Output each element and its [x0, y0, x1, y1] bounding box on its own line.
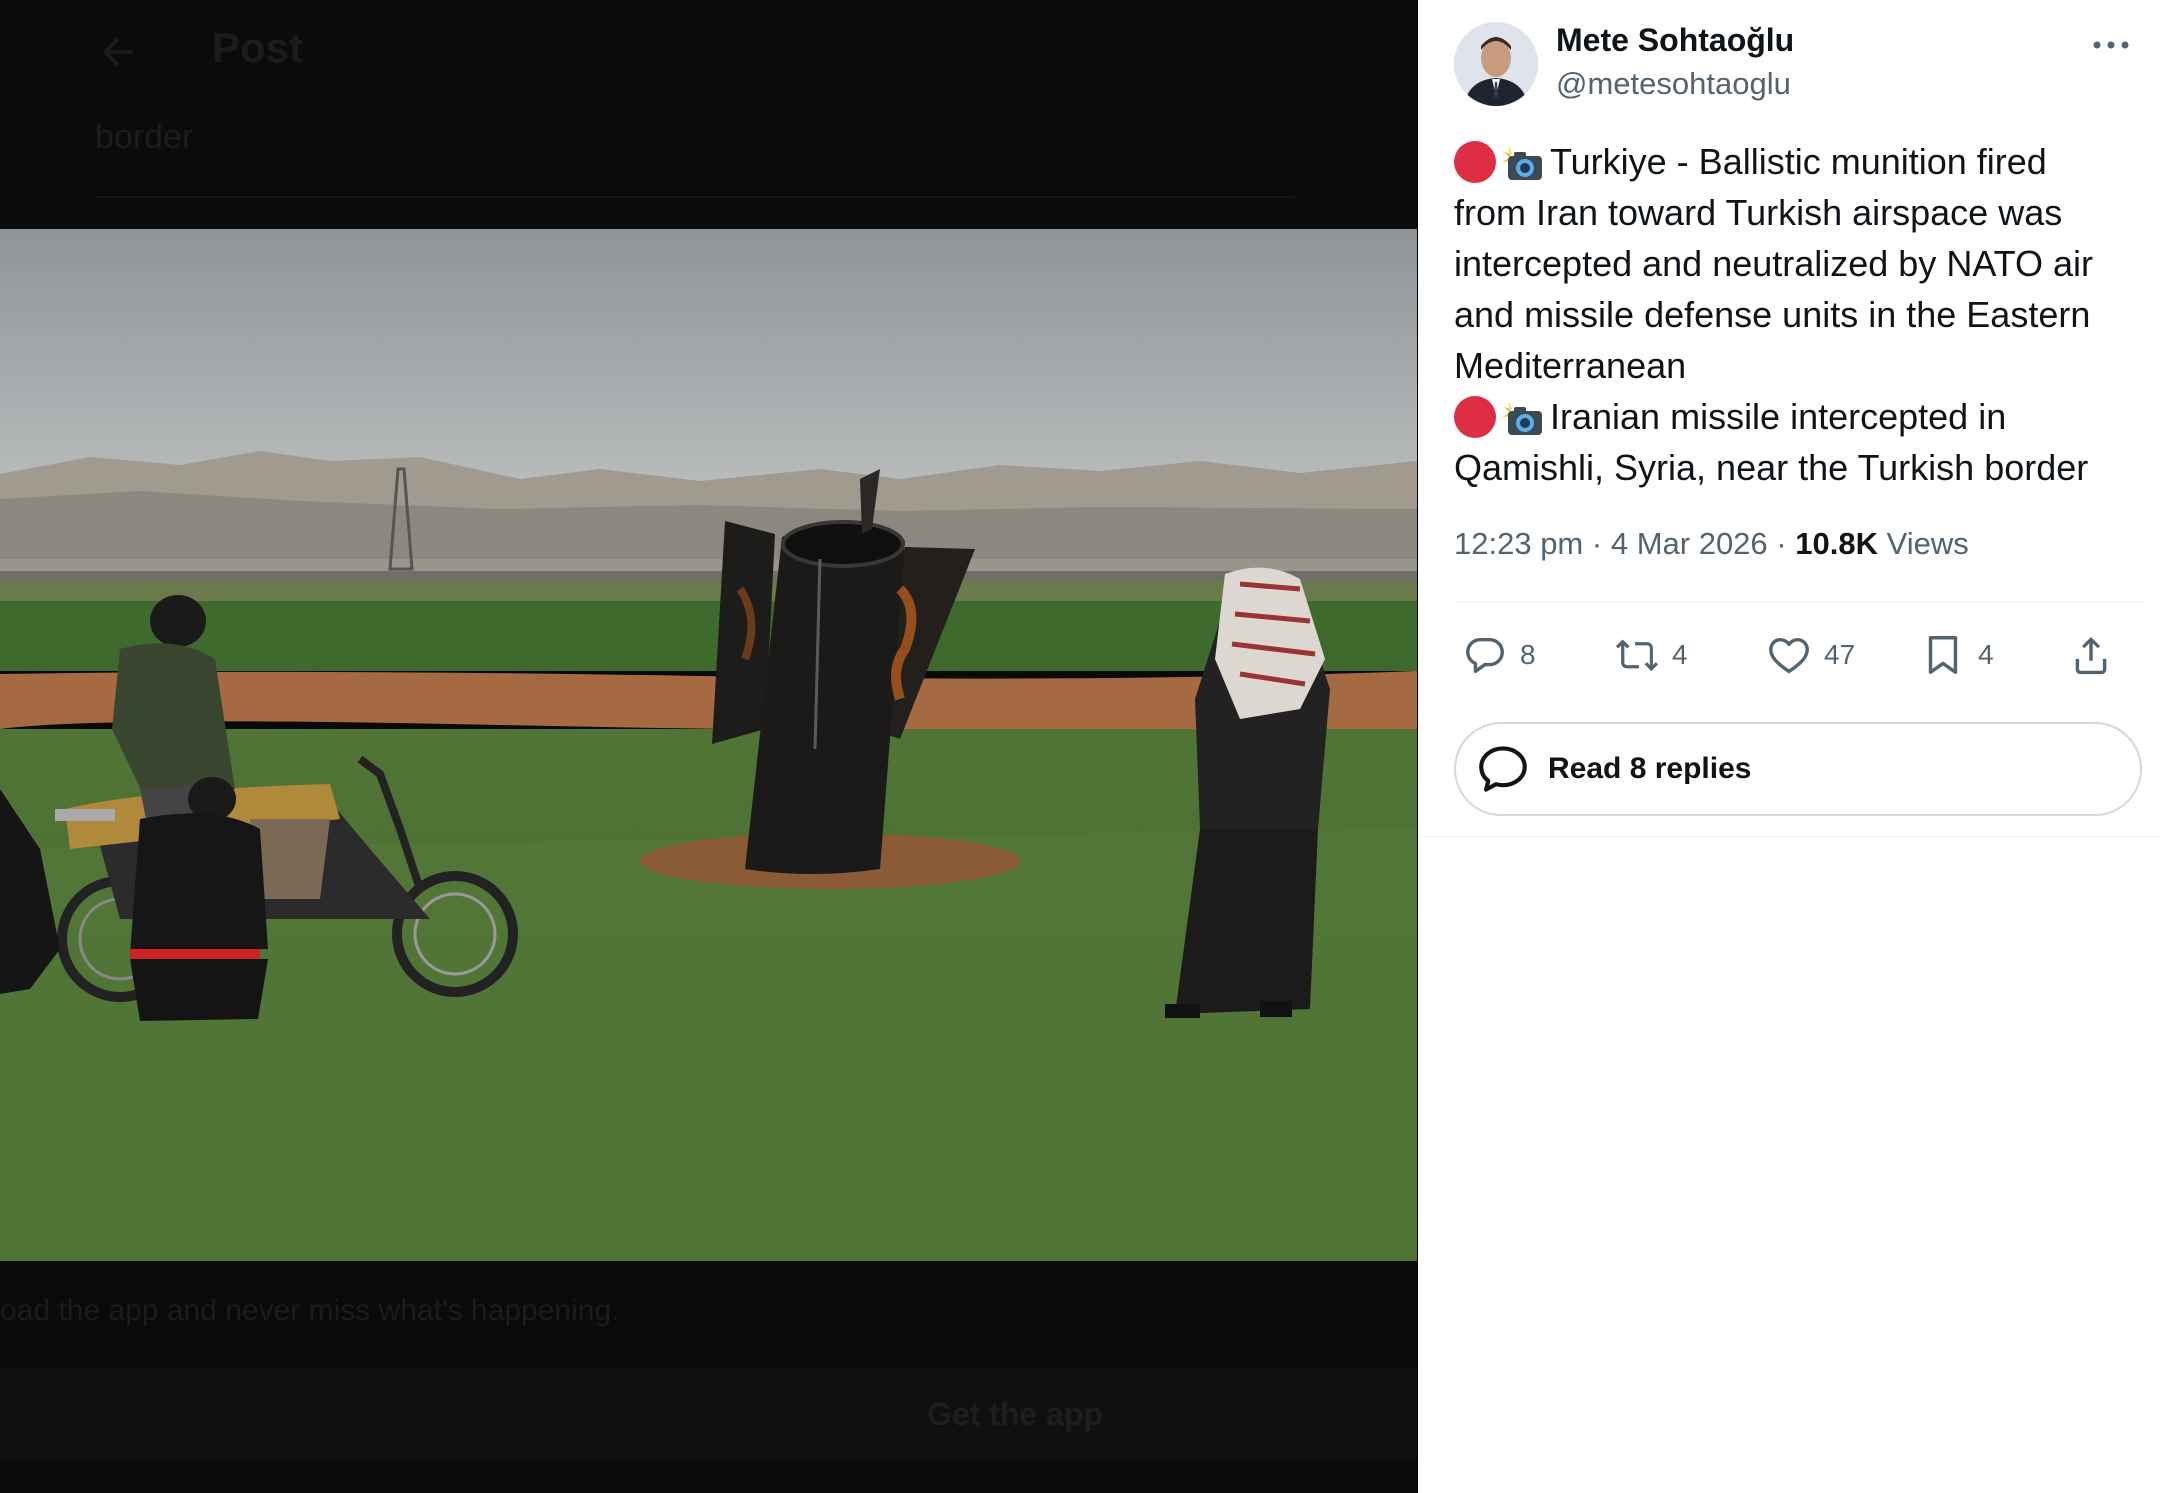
like-button[interactable]: 47 — [1766, 628, 1855, 682]
repost-count: 4 — [1672, 639, 1688, 670]
avatar-portrait — [1454, 22, 1538, 106]
background-banner-text: oad the app and never miss what's happen… — [0, 1294, 620, 1327]
camera-flash-icon — [1502, 401, 1542, 435]
background-text-snippet: border — [95, 118, 194, 156]
tweet-line: Iranian missile intercepted in — [1454, 391, 2144, 442]
tweet-line: from Iran toward Turkish airspace was — [1454, 192, 2063, 233]
bookmark-count: 4 — [1978, 639, 1994, 670]
repost-icon — [1615, 639, 1659, 672]
tweet-time[interactable]: 12:23 pm — [1454, 526, 1583, 561]
background-post-header: Post border — [0, 0, 1417, 229]
tweet-line-text: Turkiye - Ballistic munition fired — [1550, 141, 2047, 182]
post-photo[interactable] — [0, 229, 1417, 1261]
repost-button[interactable]: 4 — [1614, 628, 1688, 682]
like-icon — [1769, 637, 1809, 674]
get-app-label: Get the app — [926, 1396, 1103, 1432]
tweet-line: Qamishli, Syria, near the Turkish border — [1454, 447, 2089, 488]
read-replies-label: Read 8 replies — [1548, 752, 1752, 785]
share-icon — [2075, 636, 2107, 675]
tweet-line: Turkiye - Ballistic munition fired — [1454, 136, 2144, 187]
tweet-line: Mediterranean — [1454, 345, 1687, 386]
media-viewer: Post border oad the app and never miss w… — [0, 0, 1417, 1493]
reply-icon — [1466, 637, 1504, 674]
meta-separator: · — [1591, 526, 1603, 561]
divider — [1418, 836, 2160, 837]
display-name[interactable]: Mete Sohtaoğlu — [1556, 22, 1794, 59]
tweet-line: intercepted and neutralized by NATO air — [1454, 243, 2094, 284]
bookmark-button[interactable]: 4 — [1920, 628, 1994, 682]
views-label: Views — [1886, 526, 1969, 561]
background-divider — [95, 196, 1295, 231]
photo-missile-field — [0, 229, 1417, 1261]
get-app-button[interactable]: Get the app — [0, 1368, 1417, 1460]
tweet-line-text: Iranian missile intercepted in — [1550, 396, 2007, 437]
tweet-meta: 12:23 pm · 4 Mar 2026 · 10.8K Views — [1454, 526, 1969, 562]
reply-count: 8 — [1520, 639, 1536, 670]
back-arrow-icon[interactable] — [96, 30, 140, 74]
share-button[interactable] — [2068, 628, 2114, 682]
user-handle[interactable]: @metesohtaoglu — [1556, 66, 1791, 102]
speech-bubble-icon — [1479, 746, 1527, 792]
tweet-panel: Mete Sohtaoğlu @metesohtaoglu Turkiye - … — [1418, 0, 2160, 1493]
reply-button[interactable]: 8 — [1462, 628, 1536, 682]
red-circle-icon — [1454, 396, 1496, 438]
divider — [1454, 602, 2144, 603]
tweet-date[interactable]: 4 Mar 2026 — [1611, 526, 1768, 561]
read-replies-button[interactable]: Read 8 replies — [1454, 722, 2142, 816]
red-circle-icon — [1454, 141, 1496, 183]
bookmark-icon — [1928, 636, 1958, 674]
tweet-text: Turkiye - Ballistic munition fired from … — [1454, 136, 2144, 493]
more-icon[interactable] — [2088, 30, 2134, 60]
meta-separator: · — [1776, 526, 1787, 561]
camera-flash-icon — [1502, 146, 1542, 180]
views-count: 10.8K — [1795, 526, 1878, 561]
avatar[interactable] — [1454, 22, 1538, 106]
background-page-title: Post — [212, 24, 304, 71]
like-count: 47 — [1824, 639, 1856, 670]
tweet-line: and missile defense units in the Eastern — [1454, 294, 2091, 335]
